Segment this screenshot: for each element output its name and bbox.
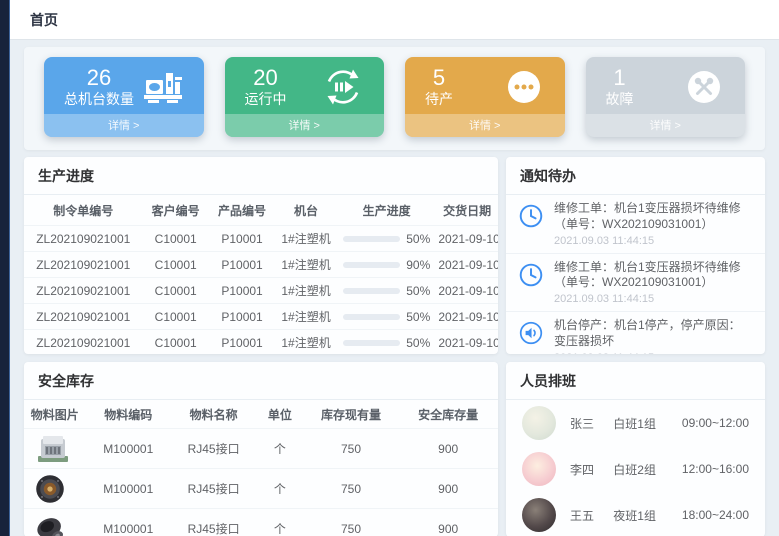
staff-time: 09:00~12:00 bbox=[682, 416, 749, 430]
running-detail-link[interactable]: 详情 > bbox=[225, 114, 385, 137]
schedule-row: 李四 白班2组 12:00~16:00 bbox=[506, 446, 765, 492]
notification-text: 维修工单：机台1变压器损坏待维修（单号：WX202109031001） bbox=[554, 201, 751, 233]
fault-label: 故障 bbox=[606, 90, 634, 108]
notification-item[interactable]: 维修工单：机台1变压器损坏待维修（单号：WX202109031001） 2021… bbox=[506, 195, 765, 254]
safety-stock-title: 安全库存 bbox=[24, 362, 498, 400]
tab-home[interactable]: 首页 bbox=[10, 10, 78, 30]
total-machines-detail-link[interactable]: 详情 > bbox=[44, 114, 204, 137]
staff-time: 12:00~16:00 bbox=[682, 462, 749, 476]
progress-bar bbox=[343, 262, 400, 268]
progress-value: 50% bbox=[406, 310, 430, 324]
stat-card-running[interactable]: 20 运行中 bbox=[225, 57, 385, 137]
stat-card-pending[interactable]: 5 待产 详情 > bbox=[405, 57, 565, 137]
notification-time: 2021.09.03 11:44:15 bbox=[554, 351, 751, 354]
notification-item[interactable]: 机台停产：机台1停产，停产原因：变压器损坏 2021.09.03 11:44:1… bbox=[506, 312, 765, 354]
progress-value: 50% bbox=[406, 336, 430, 350]
progress-value: 50% bbox=[406, 232, 430, 246]
col-material-name: 物料名称 bbox=[171, 406, 256, 423]
col-unit: 单位 bbox=[256, 406, 303, 423]
staff-shift: 白班2组 bbox=[613, 461, 682, 478]
speaker-icon bbox=[518, 320, 544, 346]
production-progress-panel: 生产进度 制令单编号 客户编号 产品编号 机台 生产进度 交货日期 ZL2021… bbox=[24, 157, 498, 354]
notification-time: 2021.09.03 11:44:15 bbox=[554, 234, 751, 248]
notification-text: 维修工单：机台1变压器损坏待维修（单号：WX202109031001） bbox=[554, 260, 751, 292]
stat-card-total-machines[interactable]: 26 总机台数量 bbox=[44, 57, 204, 137]
total-machines-value: 26 bbox=[64, 66, 134, 90]
machine-icon bbox=[142, 67, 184, 107]
pending-detail-link[interactable]: 详情 > bbox=[405, 114, 565, 137]
clock-icon bbox=[518, 203, 544, 229]
inventory-table-header: 物料图片 物料编码 物料名称 单位 库存现有量 安全库存量 bbox=[24, 400, 498, 428]
running-icon bbox=[322, 67, 364, 107]
col-progress: 生产进度 bbox=[337, 202, 437, 219]
dashboard-screen: 首页 26 总机台数量 bbox=[0, 0, 779, 536]
col-safety-stock: 安全库存量 bbox=[398, 406, 498, 423]
total-machines-label: 总机台数量 bbox=[64, 90, 134, 108]
schedule-row: 张三 白班1组 09:00~12:00 bbox=[506, 400, 765, 446]
notifications-panel: 通知待办 维修工单：机台1变压器损坏待维修（单号：WX202109031001）… bbox=[506, 157, 765, 354]
col-product-no: 产品编号 bbox=[209, 202, 275, 219]
notifications-title: 通知待办 bbox=[506, 157, 765, 195]
pending-value: 5 bbox=[425, 66, 453, 90]
avatar bbox=[522, 452, 556, 486]
sidebar-edge bbox=[0, 0, 10, 536]
col-delivery-date: 交货日期 bbox=[436, 202, 498, 219]
col-machine: 机台 bbox=[275, 202, 337, 219]
fault-icon bbox=[683, 67, 725, 107]
progress-value: 90% bbox=[406, 258, 430, 272]
staff-schedule-panel: 人员排班 张三 白班1组 09:00~12:00 李四 白班2组 12:00~1… bbox=[506, 362, 765, 536]
table-row: M100001 RJ45接口 个 750 900 bbox=[24, 468, 498, 508]
table-row: ZL202109021001 C10001 P10001 1#注塑机 50% 2… bbox=[24, 303, 498, 329]
avatar bbox=[522, 406, 556, 440]
staff-name: 张三 bbox=[570, 415, 613, 432]
speaker-front-image bbox=[24, 473, 86, 505]
rj45-connector-image bbox=[24, 434, 86, 464]
main-content: 26 总机台数量 bbox=[10, 40, 779, 536]
staff-time: 18:00~24:00 bbox=[682, 508, 749, 522]
tab-bar: 首页 bbox=[10, 0, 779, 40]
col-current-stock: 库存现有量 bbox=[304, 406, 399, 423]
col-customer-no: 客户编号 bbox=[143, 202, 209, 219]
table-row: ZL202109021001 C10001 P10001 1#注塑机 50% 2… bbox=[24, 277, 498, 303]
fault-detail-link[interactable]: 详情 > bbox=[586, 114, 746, 137]
col-material-image: 物料图片 bbox=[24, 406, 86, 423]
schedule-row: 王五 夜班1组 18:00~24:00 bbox=[506, 492, 765, 536]
staff-name: 李四 bbox=[570, 461, 613, 478]
progress-bar bbox=[343, 288, 400, 294]
speaker-angled-image bbox=[24, 514, 86, 536]
col-material-code: 物料编码 bbox=[86, 406, 171, 423]
production-table-header: 制令单编号 客户编号 产品编号 机台 生产进度 交货日期 bbox=[24, 195, 498, 225]
production-progress-title: 生产进度 bbox=[24, 157, 498, 195]
table-row: ZL202109021001 C10001 P10001 1#注塑机 50% 2… bbox=[24, 225, 498, 251]
pending-label: 待产 bbox=[425, 90, 453, 108]
notification-time: 2021.09.03 11:44:15 bbox=[554, 292, 751, 306]
notification-text: 机台停产：机台1停产，停产原因：变压器损坏 bbox=[554, 318, 751, 350]
stats-panel: 26 总机台数量 bbox=[24, 47, 765, 150]
avatar bbox=[522, 498, 556, 532]
stat-card-fault[interactable]: 1 故障 详情 > bbox=[586, 57, 746, 137]
progress-bar bbox=[343, 340, 400, 346]
progress-bar bbox=[343, 236, 400, 242]
running-value: 20 bbox=[245, 66, 287, 90]
safety-stock-panel: 安全库存 物料图片 物料编码 物料名称 单位 库存现有量 安全库存量 bbox=[24, 362, 498, 536]
notification-item[interactable]: 维修工单：机台1变压器损坏待维修（单号：WX202109031001） 2021… bbox=[506, 254, 765, 313]
table-row: ZL202109021001 C10001 P10001 1#注塑机 50% 2… bbox=[24, 329, 498, 354]
staff-shift: 白班1组 bbox=[613, 415, 682, 432]
progress-value: 50% bbox=[406, 284, 430, 298]
table-row: M100001 RJ45接口 个 750 900 bbox=[24, 508, 498, 536]
staff-name: 王五 bbox=[570, 507, 613, 524]
col-order-no: 制令单编号 bbox=[24, 202, 143, 219]
running-label: 运行中 bbox=[245, 90, 287, 108]
clock-icon bbox=[518, 262, 544, 288]
progress-bar bbox=[343, 314, 400, 320]
staff-shift: 夜班1组 bbox=[613, 507, 682, 524]
staff-schedule-title: 人员排班 bbox=[506, 362, 765, 400]
table-row: M100001 RJ45接口 个 750 900 bbox=[24, 428, 498, 468]
fault-value: 1 bbox=[606, 66, 634, 90]
pending-icon bbox=[503, 67, 545, 107]
table-row: ZL202109021001 C10001 P10001 1#注塑机 90% 2… bbox=[24, 251, 498, 277]
